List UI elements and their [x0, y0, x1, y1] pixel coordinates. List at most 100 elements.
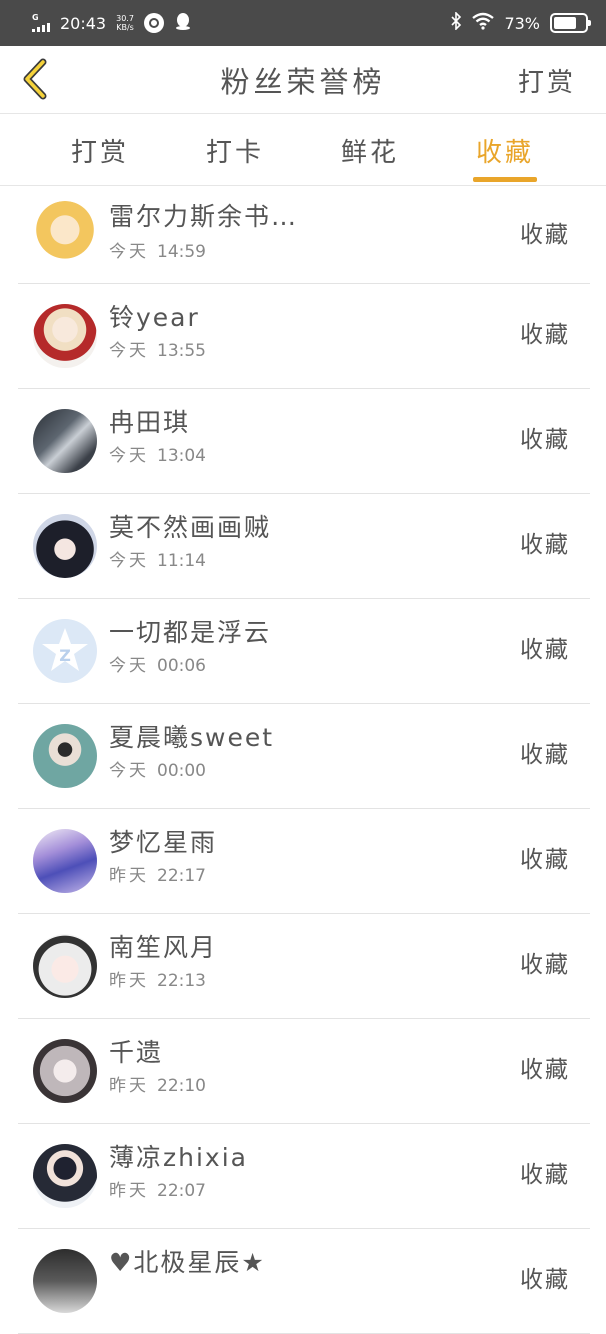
fan-name[interactable]: 薄凉zhixia	[109, 1138, 248, 1174]
status-right: 73%	[450, 11, 591, 34]
tab-label: 打赏	[70, 137, 129, 168]
back-button[interactable]	[14, 56, 54, 102]
reward-button[interactable]: 打赏	[518, 62, 576, 99]
fan-day: 昨天	[109, 971, 149, 991]
fan-action: 收藏	[520, 222, 570, 248]
tab-bar: 打赏 打卡 鲜花 收藏	[0, 114, 606, 186]
fan-action: 收藏	[520, 427, 570, 453]
app-notification-icon	[143, 13, 164, 33]
fan-time: 今天 11:14	[109, 546, 206, 571]
header: 粉丝荣誉榜 打赏	[0, 46, 606, 114]
list-item[interactable]: 铃year 今天 13:55 收藏	[18, 284, 590, 389]
tab-reward[interactable]: 打赏	[40, 114, 160, 186]
fan-clock: 22:13	[157, 971, 206, 991]
fan-list: 雷尔力斯余书… 今天 14:59 收藏 铃year 今天 13:55 收藏 冉田琪 …	[18, 187, 590, 1334]
fan-action: 收藏	[520, 532, 570, 558]
speed-value: 30.7	[116, 14, 134, 23]
list-item[interactable]: 南笙风月 昨天 22:13 收藏	[18, 914, 590, 1019]
fan-time: 昨天 22:10	[109, 1071, 206, 1096]
fan-action: 收藏	[520, 322, 570, 348]
list-item[interactable]: 薄凉zhixia 昨天 22:07 收藏	[18, 1124, 590, 1229]
avatar[interactable]: Z	[33, 619, 97, 683]
status-left: G 20:43 30.7 KB/s	[32, 11, 192, 35]
list-item[interactable]: 冉田琪 今天 13:04 收藏	[18, 389, 590, 494]
fan-day: 今天	[109, 242, 149, 262]
fan-name[interactable]: ♥北极星辰★	[109, 1243, 266, 1279]
avatar[interactable]	[33, 1039, 97, 1103]
avatar[interactable]	[33, 829, 97, 893]
fan-name[interactable]: 梦忆星雨	[109, 823, 217, 859]
status-time: 20:43	[60, 13, 107, 33]
battery-icon	[550, 13, 591, 33]
avatar[interactable]	[33, 409, 97, 473]
avatar[interactable]	[33, 724, 97, 788]
fan-time: 昨天 22:17	[109, 861, 206, 886]
fan-action: 收藏	[520, 1267, 570, 1293]
wifi-icon	[472, 12, 495, 34]
fan-clock: 22:07	[157, 1181, 206, 1201]
fan-time: 今天 14:59	[109, 237, 206, 262]
network-speed: 30.7 KB/s	[116, 14, 134, 32]
fan-day: 今天	[109, 656, 149, 676]
battery-percent: 73%	[504, 13, 540, 33]
fan-clock: 22:17	[157, 866, 206, 886]
bluetooth-icon	[450, 11, 462, 34]
fan-name[interactable]: 冉田琪	[109, 403, 190, 439]
fan-name[interactable]: 南笙风月	[109, 928, 217, 964]
default-avatar-star-icon: Z	[42, 628, 88, 671]
fan-name[interactable]: 雷尔力斯余书…	[109, 197, 298, 233]
fan-clock: 00:00	[157, 761, 206, 781]
fan-clock: 13:55	[157, 341, 206, 361]
tab-label: 鲜花	[340, 137, 399, 168]
avatar[interactable]	[33, 1144, 97, 1208]
fan-time: 昨天 22:13	[109, 966, 206, 991]
avatar[interactable]	[33, 934, 97, 998]
list-item[interactable]: 夏晨曦sweet 今天 00:00 收藏	[18, 704, 590, 809]
list-item[interactable]: ♥北极星辰★ 收藏	[18, 1229, 590, 1334]
tab-flowers[interactable]: 鲜花	[310, 114, 430, 186]
fan-day: 今天	[109, 761, 149, 781]
fan-clock: 00:06	[157, 656, 206, 676]
fan-action: 收藏	[520, 742, 570, 768]
avatar[interactable]	[33, 1249, 97, 1313]
list-item[interactable]: Z 一切都是浮云 今天 00:06 收藏	[18, 599, 590, 704]
fan-time	[109, 1281, 117, 1301]
avatar[interactable]	[33, 304, 97, 368]
fan-time: 今天 00:00	[109, 756, 206, 781]
avatar[interactable]	[33, 514, 97, 578]
fan-name[interactable]: 莫不然画画贼	[109, 508, 271, 544]
status-bar: G 20:43 30.7 KB/s 73%	[0, 0, 606, 46]
qq-icon	[174, 11, 192, 35]
fan-name[interactable]: 夏晨曦sweet	[109, 718, 274, 754]
fan-day: 今天	[109, 341, 149, 361]
list-item[interactable]: 梦忆星雨 昨天 22:17 收藏	[18, 809, 590, 914]
fan-day: 昨天	[109, 1076, 149, 1096]
tab-favorites[interactable]: 收藏	[445, 114, 565, 186]
list-item[interactable]: 莫不然画画贼 今天 11:14 收藏	[18, 494, 590, 599]
list-item[interactable]: 雷尔力斯余书… 今天 14:59 收藏	[18, 187, 590, 284]
fan-day: 昨天	[109, 1181, 149, 1201]
svg-text:Z: Z	[59, 646, 71, 665]
fan-day: 今天	[109, 446, 149, 466]
list-item[interactable]: 千遗 昨天 22:10 收藏	[18, 1019, 590, 1124]
fan-action: 收藏	[520, 952, 570, 978]
fan-time: 今天 00:06	[109, 651, 206, 676]
fan-day: 今天	[109, 551, 149, 571]
fan-clock: 13:04	[157, 446, 206, 466]
speed-unit: KB/s	[116, 23, 134, 32]
fan-time: 今天 13:55	[109, 336, 206, 361]
fan-name[interactable]: 千遗	[109, 1033, 163, 1069]
tab-checkin[interactable]: 打卡	[175, 114, 295, 186]
tab-label: 收藏	[475, 137, 534, 168]
fan-day: 昨天	[109, 866, 149, 886]
signal-icon: G	[32, 14, 50, 32]
fan-time: 昨天 22:07	[109, 1176, 206, 1201]
fan-name[interactable]: 一切都是浮云	[109, 613, 271, 649]
page-title: 粉丝荣誉榜	[220, 64, 386, 99]
avatar[interactable]	[33, 201, 97, 265]
fan-action: 收藏	[520, 847, 570, 873]
active-tab-indicator	[473, 177, 537, 182]
fan-name[interactable]: 铃year	[109, 298, 200, 334]
fan-clock: 14:59	[157, 242, 206, 262]
network-type: G	[32, 13, 39, 22]
